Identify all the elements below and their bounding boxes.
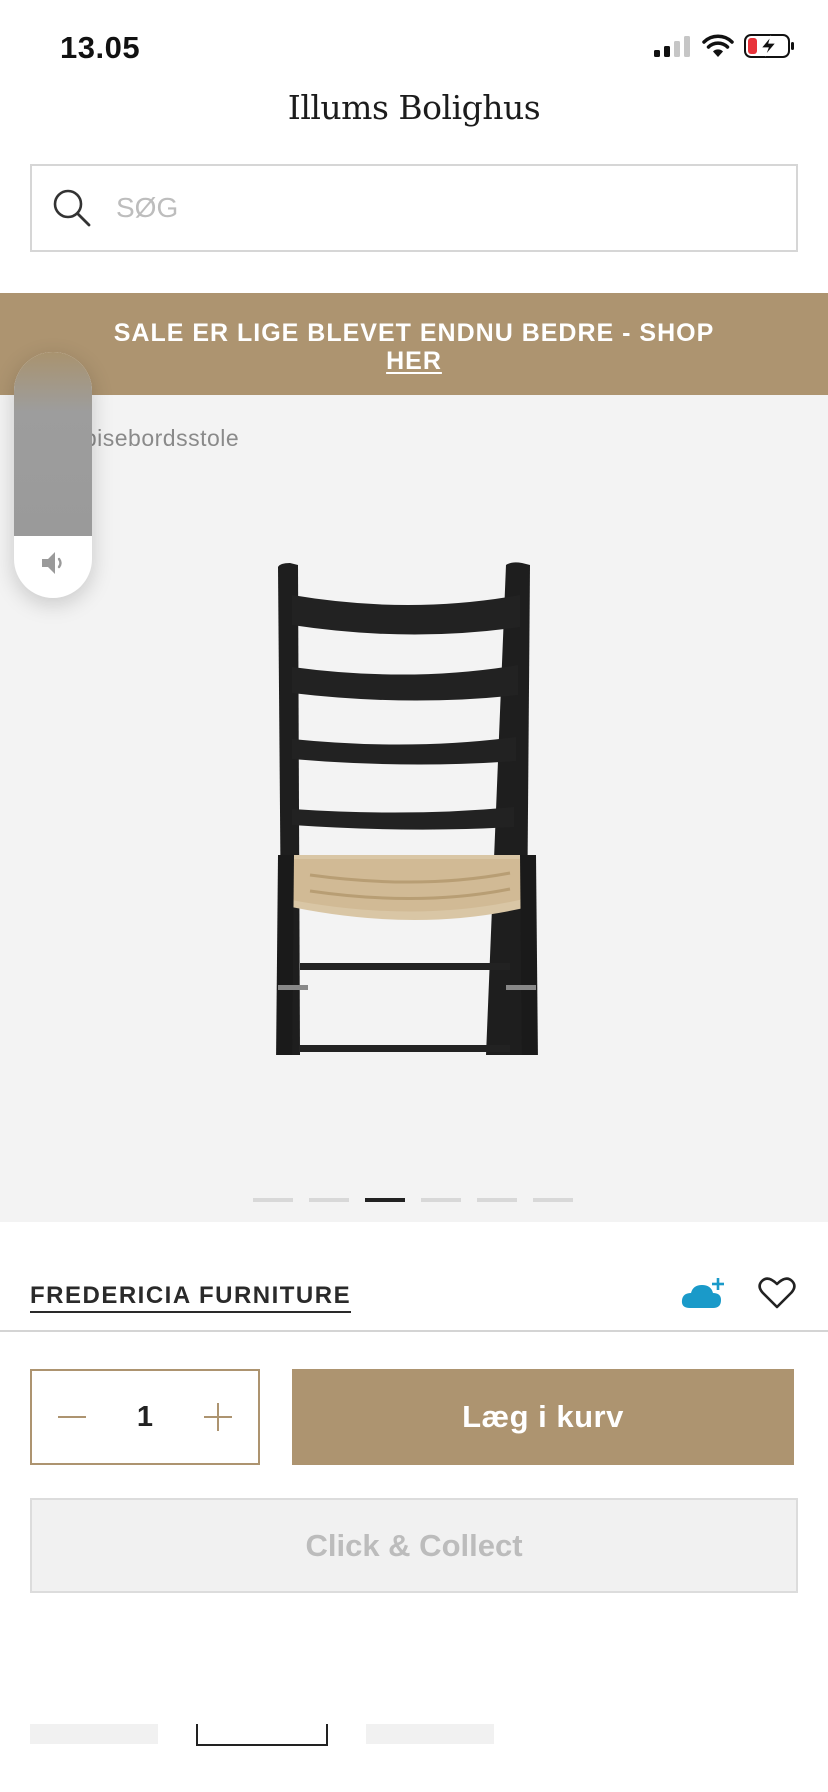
brand-row: FREDERICIA FURNITURE (0, 1222, 828, 1332)
variant-option[interactable] (30, 1724, 158, 1744)
product-gallery[interactable]: Spisebordsstole (0, 395, 828, 1222)
quantity-value[interactable]: 1 (137, 1401, 153, 1434)
heart-icon[interactable] (758, 1276, 796, 1315)
quantity-stepper: 1 (30, 1369, 260, 1465)
gallery-dot[interactable] (533, 1198, 573, 1202)
product-image-chair (276, 562, 538, 1055)
gallery-dot[interactable] (309, 1198, 349, 1202)
speaker-icon (38, 548, 68, 583)
plus-icon[interactable] (200, 1399, 236, 1435)
volume-hud[interactable] (14, 352, 92, 598)
status-bar: 13.05 (0, 0, 828, 88)
gallery-pagination[interactable] (253, 1198, 573, 1202)
sale-banner-text: SALE ER LIGE BLEVET ENDNU BEDRE - SHOP (113, 319, 715, 347)
variant-selector (30, 1724, 798, 1784)
gallery-dot[interactable] (421, 1198, 461, 1202)
status-time: 13.05 (60, 30, 141, 65)
gallery-dot-active[interactable] (365, 1198, 405, 1202)
signal-icon (654, 35, 692, 62)
status-icons (654, 34, 796, 63)
store-logo[interactable]: Illums Bolighus (0, 88, 828, 127)
gallery-dot[interactable] (477, 1198, 517, 1202)
variant-option-selected[interactable] (196, 1724, 328, 1746)
wifi-icon (702, 34, 734, 63)
brand-link[interactable]: FREDERICIA FURNITURE (30, 1282, 352, 1313)
sale-banner-link[interactable]: HER (0, 347, 828, 375)
category-breadcrumb[interactable]: Spisebordsstole (68, 425, 239, 452)
sale-banner[interactable]: SALE ER LIGE BLEVET ENDNU BEDRE - SHOP H… (0, 293, 828, 395)
search-input[interactable] (116, 192, 716, 224)
variant-option[interactable] (366, 1724, 494, 1744)
search-icon[interactable] (50, 186, 94, 230)
search-bar[interactable] (30, 164, 798, 252)
click-collect-button[interactable]: Click & Collect (30, 1498, 798, 1593)
gallery-dot[interactable] (253, 1198, 293, 1202)
add-to-cart-button[interactable]: Læg i kurv (292, 1369, 794, 1465)
cloud-add-icon[interactable] (680, 1278, 726, 1315)
battery-charging-icon (744, 34, 796, 63)
volume-level (14, 352, 92, 536)
minus-icon[interactable] (54, 1399, 90, 1435)
